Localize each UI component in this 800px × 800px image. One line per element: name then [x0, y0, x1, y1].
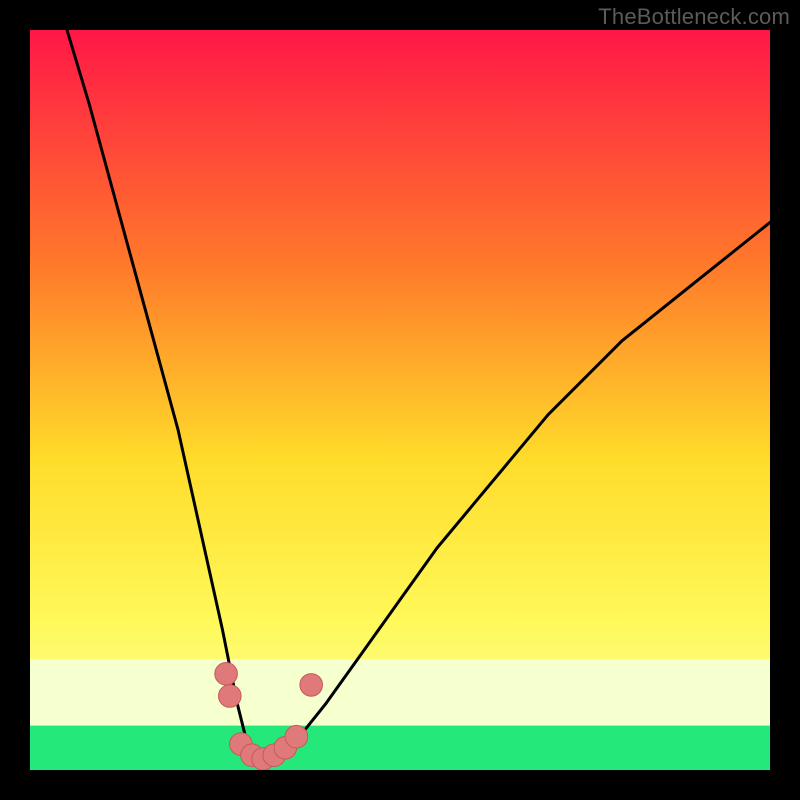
data-marker — [219, 685, 242, 708]
watermark-text: TheBottleneck.com — [598, 4, 790, 30]
chart-frame: TheBottleneck.com — [0, 0, 800, 800]
plot-svg — [30, 30, 770, 770]
green-band — [30, 726, 770, 770]
data-marker — [300, 674, 323, 697]
data-marker — [215, 663, 238, 686]
data-marker — [285, 725, 308, 748]
pale-band — [30, 659, 770, 726]
plot-area — [30, 30, 770, 770]
